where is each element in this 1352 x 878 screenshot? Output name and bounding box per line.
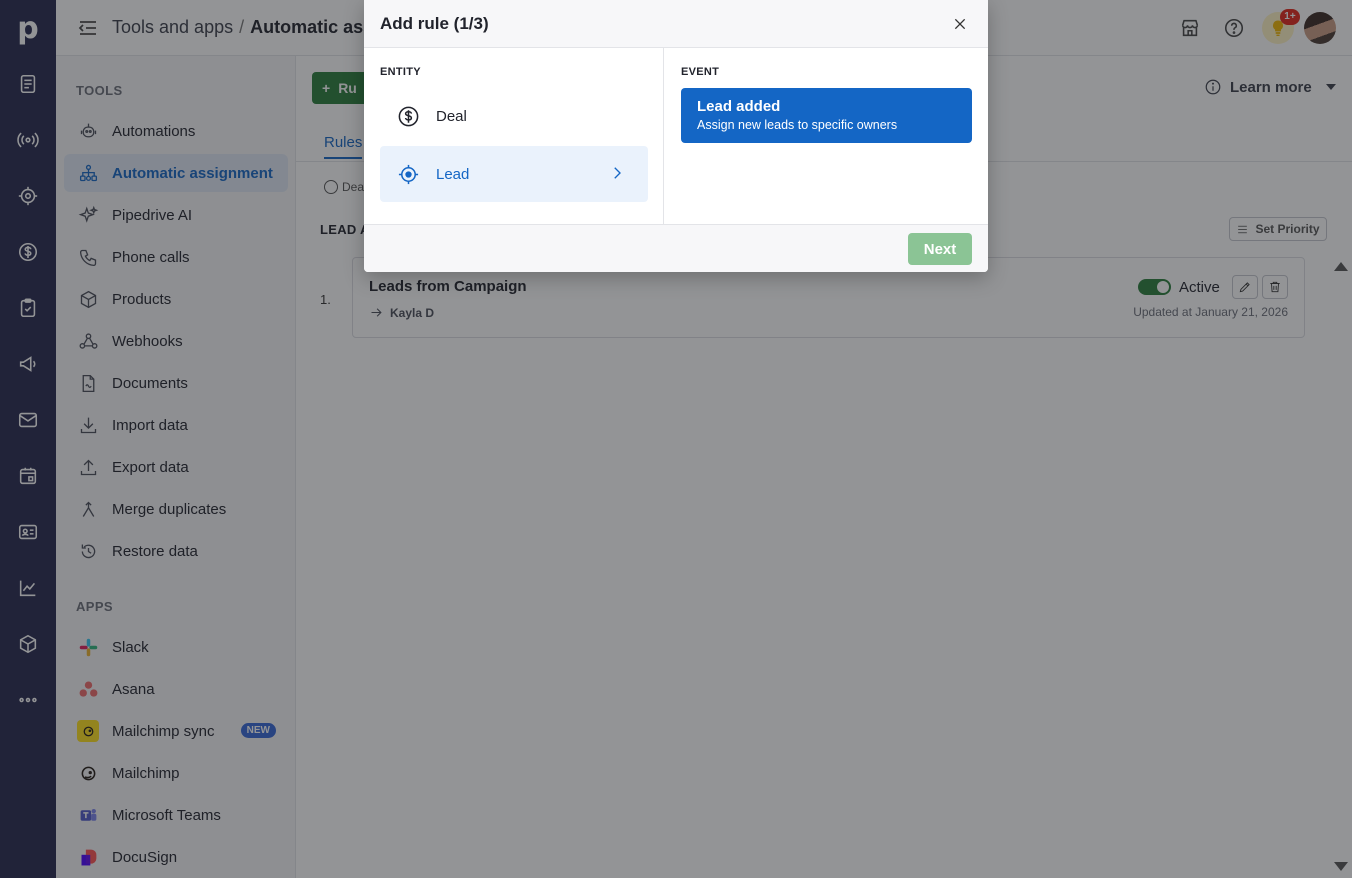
entity-option-label: Lead xyxy=(436,165,470,183)
entity-option-lead[interactable]: Lead xyxy=(380,146,648,202)
chevron-right-icon xyxy=(608,164,628,184)
entity-column: ENTITY Deal Lead xyxy=(364,48,664,224)
event-option-lead-added[interactable]: Lead added Assign new leads to specific … xyxy=(681,88,972,143)
close-icon xyxy=(954,18,966,30)
event-heading: EVENT xyxy=(681,66,720,78)
event-column: EVENT Lead added Assign new leads to spe… xyxy=(665,48,988,224)
close-modal-button[interactable] xyxy=(948,12,972,36)
event-description: Assign new leads to specific owners xyxy=(697,118,898,132)
modal-title: Add rule (1/3) xyxy=(380,14,489,33)
target-icon xyxy=(396,162,420,186)
entity-option-label: Deal xyxy=(436,107,467,125)
add-rule-modal: Add rule (1/3) ENTITY Deal Lead EVENT Le… xyxy=(364,0,988,272)
entity-option-deal[interactable]: Deal xyxy=(380,88,648,144)
modal-header: Add rule (1/3) xyxy=(364,0,988,48)
modal-footer: Next xyxy=(364,224,988,272)
next-button[interactable]: Next xyxy=(908,233,972,265)
entity-heading: ENTITY xyxy=(380,66,421,78)
dollar-circle-icon xyxy=(396,104,420,128)
event-title: Lead added xyxy=(697,98,781,115)
